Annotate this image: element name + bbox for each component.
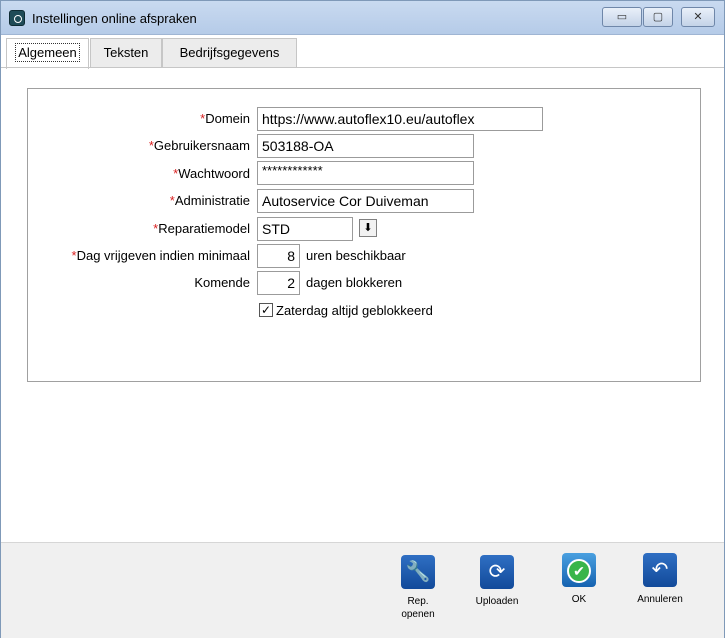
annuleren-label: Annuleren [637, 594, 683, 605]
check-icon: ✔ [567, 559, 591, 583]
tab-teksten-label: Teksten [103, 45, 149, 60]
zaterdag-checkbox-label[interactable]: Zaterdag altijd geblokkeerd [276, 303, 433, 318]
uploaden-button[interactable]: ⟳ Uploaden [462, 555, 532, 608]
domein-label: *Domein [200, 111, 250, 126]
check-icon-wrapper: ✔ [562, 553, 596, 587]
wrench-icon: 🔧 [401, 555, 435, 589]
reparatiemodel-select[interactable]: STD [257, 217, 353, 241]
dag-vrijgeven-input[interactable]: 8 [257, 244, 300, 268]
dag-vrijgeven-label-text: Dag vrijgeven indien minimaal [76, 248, 250, 263]
gebruikersnaam-input[interactable]: 503188-OA [257, 134, 474, 158]
undo-icon: ↶ [643, 553, 677, 587]
reparatiemodel-label-text: Reparatiemodel [158, 221, 250, 236]
bottom-toolbar: 🔧 Rep. openen ⟳ Uploaden ✔ OK ↶ Annuleren [1, 542, 724, 638]
zaterdag-checkbox[interactable]: ✓ [259, 303, 273, 317]
gebruikersnaam-label-text: Gebruikersnaam [153, 138, 250, 153]
administratie-input[interactable]: Autoservice Cor Duiveman [257, 189, 474, 213]
rep-openen-label-line1: Rep. [407, 596, 429, 607]
uploaden-label: Uploaden [475, 596, 519, 607]
wachtwoord-label-text: Wachtwoord [178, 166, 250, 181]
close-button[interactable]: ✕ [681, 7, 715, 27]
domein-input[interactable]: https://www.autoflex10.eu/autoflex [257, 107, 543, 131]
tab-bar: Algemeen Teksten Bedrijfsgegevens [1, 36, 724, 69]
window-title: Instellingen online afspraken [32, 11, 197, 26]
rep-openen-label-line2: openen [401, 609, 435, 620]
tab-divider [1, 67, 724, 68]
dag-vrijgeven-label: *Dag vrijgeven indien minimaal [72, 248, 250, 263]
annuleren-button[interactable]: ↶ Annuleren [625, 553, 695, 606]
maximize-button[interactable]: ▢ [643, 7, 673, 27]
tab-bedrijfsgegevens[interactable]: Bedrijfsgegevens [162, 38, 297, 68]
title-bar: Instellingen online afspraken ▭ ▢ ✕ [1, 1, 724, 35]
tab-algemeen[interactable]: Algemeen [6, 38, 89, 69]
reparatiemodel-label: *Reparatiemodel [153, 221, 250, 236]
dagen-blokkeren-text: dagen blokkeren [306, 275, 403, 290]
domein-label-text: Domein [205, 111, 250, 126]
komende-input[interactable]: 2 [257, 271, 300, 295]
tab-bedrijfsgegevens-label: Bedrijfsgegevens [179, 45, 280, 60]
ok-button[interactable]: ✔ OK [544, 553, 614, 606]
komende-label: Komende [194, 275, 250, 290]
administratie-label: *Administratie [170, 193, 250, 208]
minimize-button[interactable]: ▭ [602, 7, 642, 27]
ok-label: OK [571, 594, 587, 605]
uren-beschikbaar-text: uren beschikbaar [306, 248, 406, 263]
app-icon [9, 10, 25, 26]
sync-icon: ⟳ [480, 555, 514, 589]
rep-openen-label: Rep. openen [383, 595, 453, 621]
wachtwoord-input[interactable]: ************ [257, 161, 474, 185]
tab-teksten[interactable]: Teksten [90, 38, 162, 68]
wachtwoord-label: *Wachtwoord [173, 166, 250, 181]
administratie-label-text: Administratie [174, 193, 250, 208]
gebruikersnaam-label: *Gebruikersnaam [149, 138, 250, 153]
tab-algemeen-label: Algemeen [15, 43, 80, 62]
settings-window: Instellingen online afspraken ▭ ▢ ✕ Alge… [0, 0, 725, 638]
dropdown-arrow-icon[interactable]: ⬇ [359, 219, 377, 237]
rep-openen-button[interactable]: 🔧 Rep. openen [383, 555, 453, 621]
